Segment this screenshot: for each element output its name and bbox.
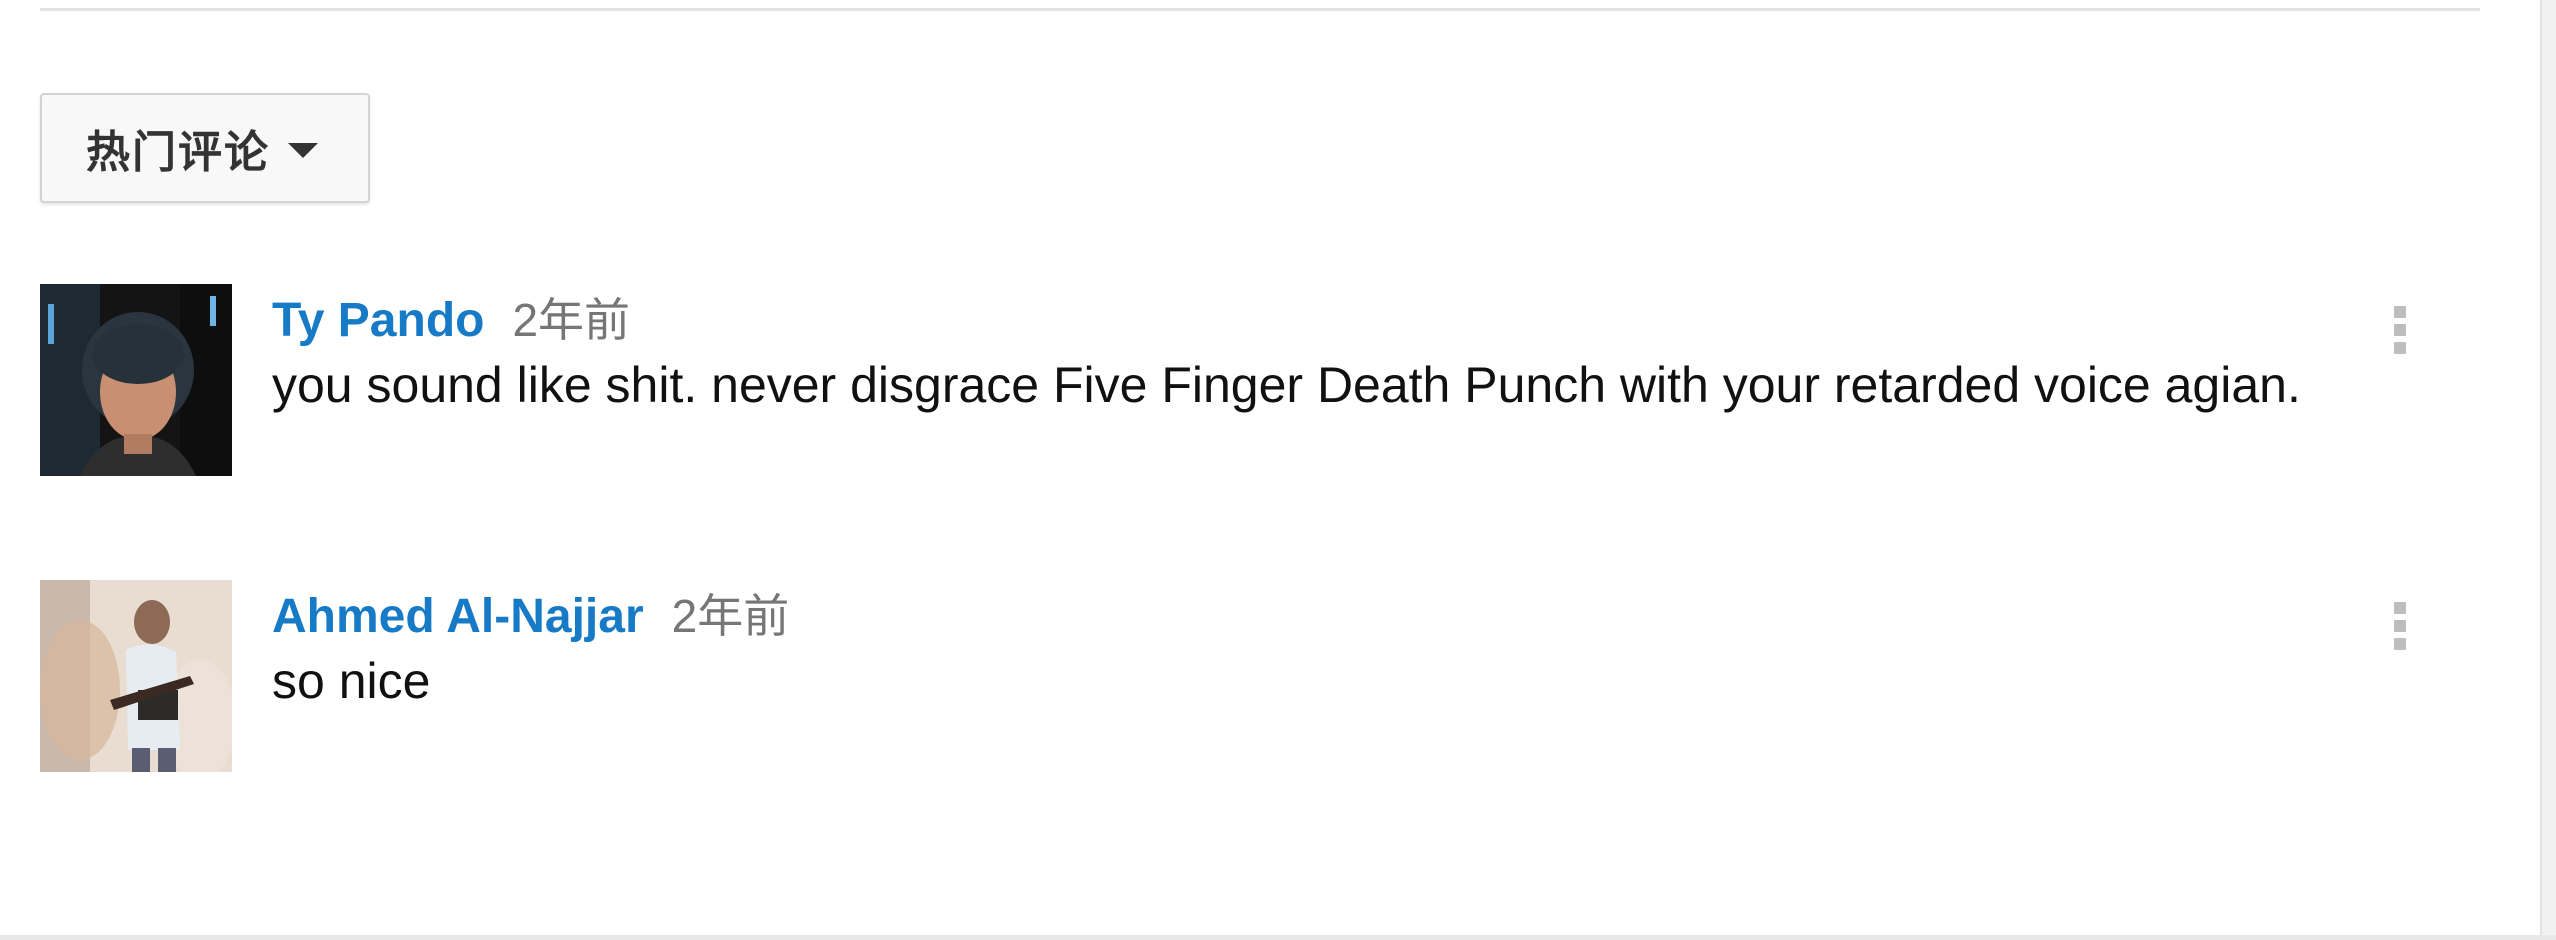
scrollbar-track[interactable] [2540, 0, 2556, 940]
sort-comments-button[interactable]: 热门评论 [40, 93, 370, 203]
comments-section: 热门评论 Ty Pando 2年前 you sound like shit. n… [0, 0, 2540, 936]
comment-author-link[interactable]: Ty Pando [272, 293, 484, 348]
comment-item: Ty Pando 2年前 you sound like shit. never … [40, 284, 2480, 476]
comment-timestamp[interactable]: 2年前 [672, 580, 790, 646]
comment-timestamp[interactable]: 2年前 [512, 284, 630, 350]
comment-item: Ahmed Al-Najjar 2年前 so nice [40, 580, 2480, 772]
comment-author-link[interactable]: Ahmed Al-Najjar [272, 589, 644, 644]
caret-down-icon [288, 142, 318, 158]
section-divider [40, 8, 2480, 11]
bottom-border [0, 935, 2556, 940]
comment-text: so nice [272, 653, 431, 709]
avatar[interactable] [40, 284, 232, 476]
avatar[interactable] [40, 580, 232, 772]
comment-text: you sound like shit. never disgrace Five… [272, 357, 2301, 413]
more-vertical-icon[interactable] [2376, 294, 2424, 366]
sort-label: 热门评论 [86, 128, 270, 177]
more-vertical-icon[interactable] [2376, 590, 2424, 662]
